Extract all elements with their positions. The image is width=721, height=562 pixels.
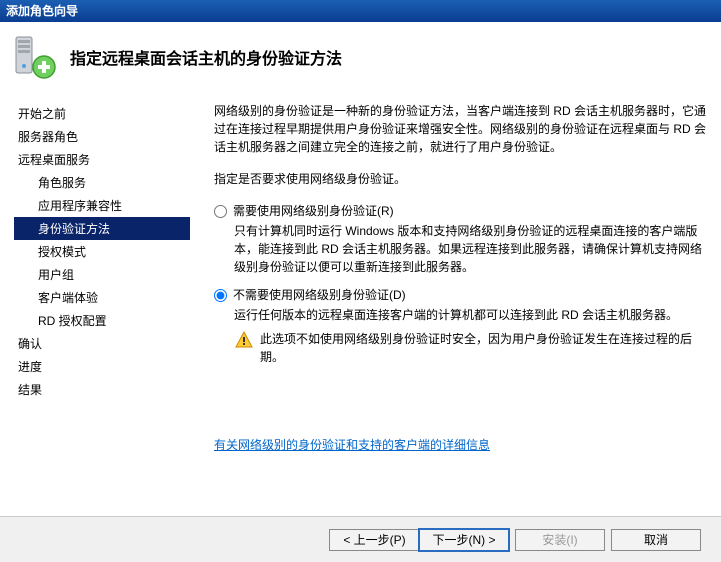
option-no-nla-text: 不需要使用网络级别身份验证(D) [233, 286, 406, 304]
sidebar-item-3[interactable]: 角色服务 [14, 171, 190, 194]
warning-block: 此选项不如使用网络级别身份验证时安全，因为用户身份验证发生在连接过程的后期。 [234, 330, 713, 366]
sidebar-item-0[interactable]: 开始之前 [14, 102, 190, 125]
radio-require-nla[interactable] [214, 205, 227, 218]
sidebar-item-1[interactable]: 服务器角色 [14, 125, 190, 148]
warning-icon [234, 330, 254, 350]
window-titlebar: 添加角色向导 [0, 0, 721, 22]
next-button[interactable]: 下一步(N) > [419, 529, 509, 551]
wizard-sidebar: 开始之前服务器角色远程桌面服务角色服务应用程序兼容性身份验证方法授权模式用户组客… [0, 92, 190, 516]
wizard-content: 开始之前服务器角色远程桌面服务角色服务应用程序兼容性身份验证方法授权模式用户组客… [0, 92, 721, 516]
prev-button[interactable]: < 上一步(P) [329, 529, 419, 551]
window-title: 添加角色向导 [6, 4, 78, 18]
sidebar-item-5[interactable]: 身份验证方法 [14, 217, 190, 240]
cancel-button[interactable]: 取消 [611, 529, 701, 551]
page-title: 指定远程桌面会话主机的身份验证方法 [70, 45, 342, 69]
more-info-link[interactable]: 有关网络级别的身份验证和支持的客户端的详细信息 [214, 436, 490, 454]
server-icon [10, 33, 58, 81]
sidebar-item-2[interactable]: 远程桌面服务 [14, 148, 190, 171]
install-button: 安装(I) [515, 529, 605, 551]
option-no-nla: 不需要使用网络级别身份验证(D) 运行任何版本的远程桌面连接客户端的计算机都可以… [214, 286, 713, 366]
option-no-nla-desc: 运行任何版本的远程桌面连接客户端的计算机都可以连接到此 RD 会话主机服务器。 [234, 306, 713, 324]
sidebar-item-8[interactable]: 客户端体验 [14, 286, 190, 309]
option-require-nla-label[interactable]: 需要使用网络级别身份验证(R) [214, 202, 713, 220]
sidebar-item-11[interactable]: 进度 [14, 355, 190, 378]
option-require-nla-desc: 只有计算机同时运行 Windows 版本和支持网络级别身份验证的远程桌面连接的客… [234, 222, 713, 276]
sidebar-item-4[interactable]: 应用程序兼容性 [14, 194, 190, 217]
option-no-nla-label[interactable]: 不需要使用网络级别身份验证(D) [214, 286, 713, 304]
wizard-footer: < 上一步(P) 下一步(N) > 安装(I) 取消 [0, 516, 721, 562]
wizard-header: 指定远程桌面会话主机的身份验证方法 [0, 22, 721, 92]
option-require-nla: 需要使用网络级别身份验证(R) 只有计算机同时运行 Windows 版本和支持网… [214, 202, 713, 276]
wizard-main: 网络级别的身份验证是一种新的身份验证方法，当客户端连接到 RD 会话主机服务器时… [190, 92, 721, 516]
warning-text: 此选项不如使用网络级别身份验证时安全，因为用户身份验证发生在连接过程的后期。 [260, 330, 713, 366]
prompt-text: 指定是否要求使用网络级身份验证。 [214, 170, 713, 188]
sidebar-item-7[interactable]: 用户组 [14, 263, 190, 286]
intro-text: 网络级别的身份验证是一种新的身份验证方法，当客户端连接到 RD 会话主机服务器时… [214, 102, 713, 156]
sidebar-item-10[interactable]: 确认 [14, 332, 190, 355]
sidebar-item-9[interactable]: RD 授权配置 [14, 309, 190, 332]
nav-button-group: < 上一步(P) 下一步(N) > [329, 529, 509, 551]
sidebar-item-6[interactable]: 授权模式 [14, 240, 190, 263]
sidebar-item-12[interactable]: 结果 [14, 378, 190, 401]
radio-no-nla[interactable] [214, 289, 227, 302]
option-require-nla-text: 需要使用网络级别身份验证(R) [233, 202, 394, 220]
